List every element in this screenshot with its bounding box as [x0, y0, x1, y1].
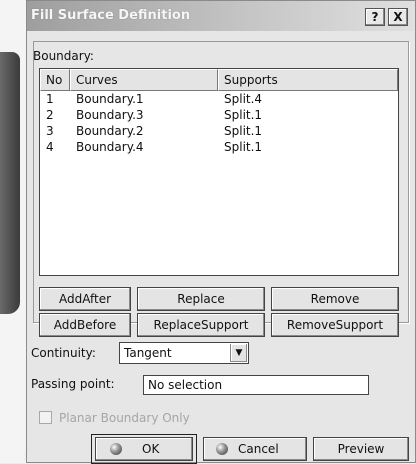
table-row[interactable]: 2 Boundary.3 Split.1 [40, 107, 398, 123]
row-number: 3 [46, 124, 54, 138]
row-number: 2 [46, 108, 54, 122]
continuity-value: Tangent [124, 346, 172, 360]
dialog-title: Fill Surface Definition [31, 8, 191, 23]
add-after-button[interactable]: AddAfter [39, 287, 131, 311]
viewer-geometry-shape [0, 52, 20, 314]
cancel-button[interactable]: Cancel [203, 437, 307, 461]
ok-label: OK [142, 442, 160, 456]
remove-button[interactable]: Remove [271, 287, 399, 311]
add-before-button[interactable]: AddBefore [39, 313, 131, 337]
fill-surface-dialog: Fill Surface Definition ? X Boundary: No… [26, 0, 416, 464]
row-support: Split.1 [224, 140, 263, 154]
replace-button[interactable]: Replace [137, 287, 265, 311]
row-support: Split.4 [224, 92, 263, 106]
title-bar[interactable]: Fill Surface Definition ? X [27, 1, 415, 31]
cancel-label: Cancel [238, 442, 279, 456]
row-support: Split.1 [224, 108, 263, 122]
boundary-label: Boundary: [33, 49, 94, 63]
continuity-label: Continuity: [31, 346, 96, 360]
table-row[interactable]: 4 Boundary.4 Split.1 [40, 139, 398, 155]
help-button[interactable]: ? [365, 8, 385, 26]
replace-support-button[interactable]: ReplaceSupport [137, 313, 265, 337]
close-button[interactable]: X [388, 8, 408, 26]
ok-icon [110, 443, 122, 455]
cancel-icon [216, 443, 228, 455]
list-header: No Curves Supports [40, 69, 398, 91]
row-curve: Boundary.3 [76, 108, 144, 122]
continuity-select[interactable]: Tangent ▼ [119, 342, 249, 364]
column-header-curves[interactable]: Curves [70, 69, 218, 91]
table-row[interactable]: 1 Boundary.1 Split.4 [40, 91, 398, 107]
chevron-down-icon[interactable]: ▼ [230, 344, 247, 362]
row-curve: Boundary.2 [76, 124, 144, 138]
boundary-list[interactable]: No Curves Supports 1 Boundary.1 Split.4 … [39, 68, 399, 276]
row-curve: Boundary.4 [76, 140, 144, 154]
row-number: 1 [46, 92, 54, 106]
passing-point-field[interactable]: No selection [143, 375, 369, 395]
passing-point-label: Passing point: [31, 377, 115, 391]
table-row[interactable]: 3 Boundary.2 Split.1 [40, 123, 398, 139]
row-number: 4 [46, 140, 54, 154]
row-support: Split.1 [224, 124, 263, 138]
column-header-supports[interactable]: Supports [218, 69, 398, 91]
remove-support-button[interactable]: RemoveSupport [271, 313, 399, 337]
ok-button[interactable]: OK [95, 437, 193, 461]
column-header-no[interactable]: No [40, 69, 70, 91]
row-curve: Boundary.1 [76, 92, 144, 106]
planar-boundary-label: Planar Boundary Only [59, 411, 190, 425]
planar-boundary-checkbox[interactable] [39, 411, 52, 424]
preview-button[interactable]: Preview [313, 437, 409, 461]
